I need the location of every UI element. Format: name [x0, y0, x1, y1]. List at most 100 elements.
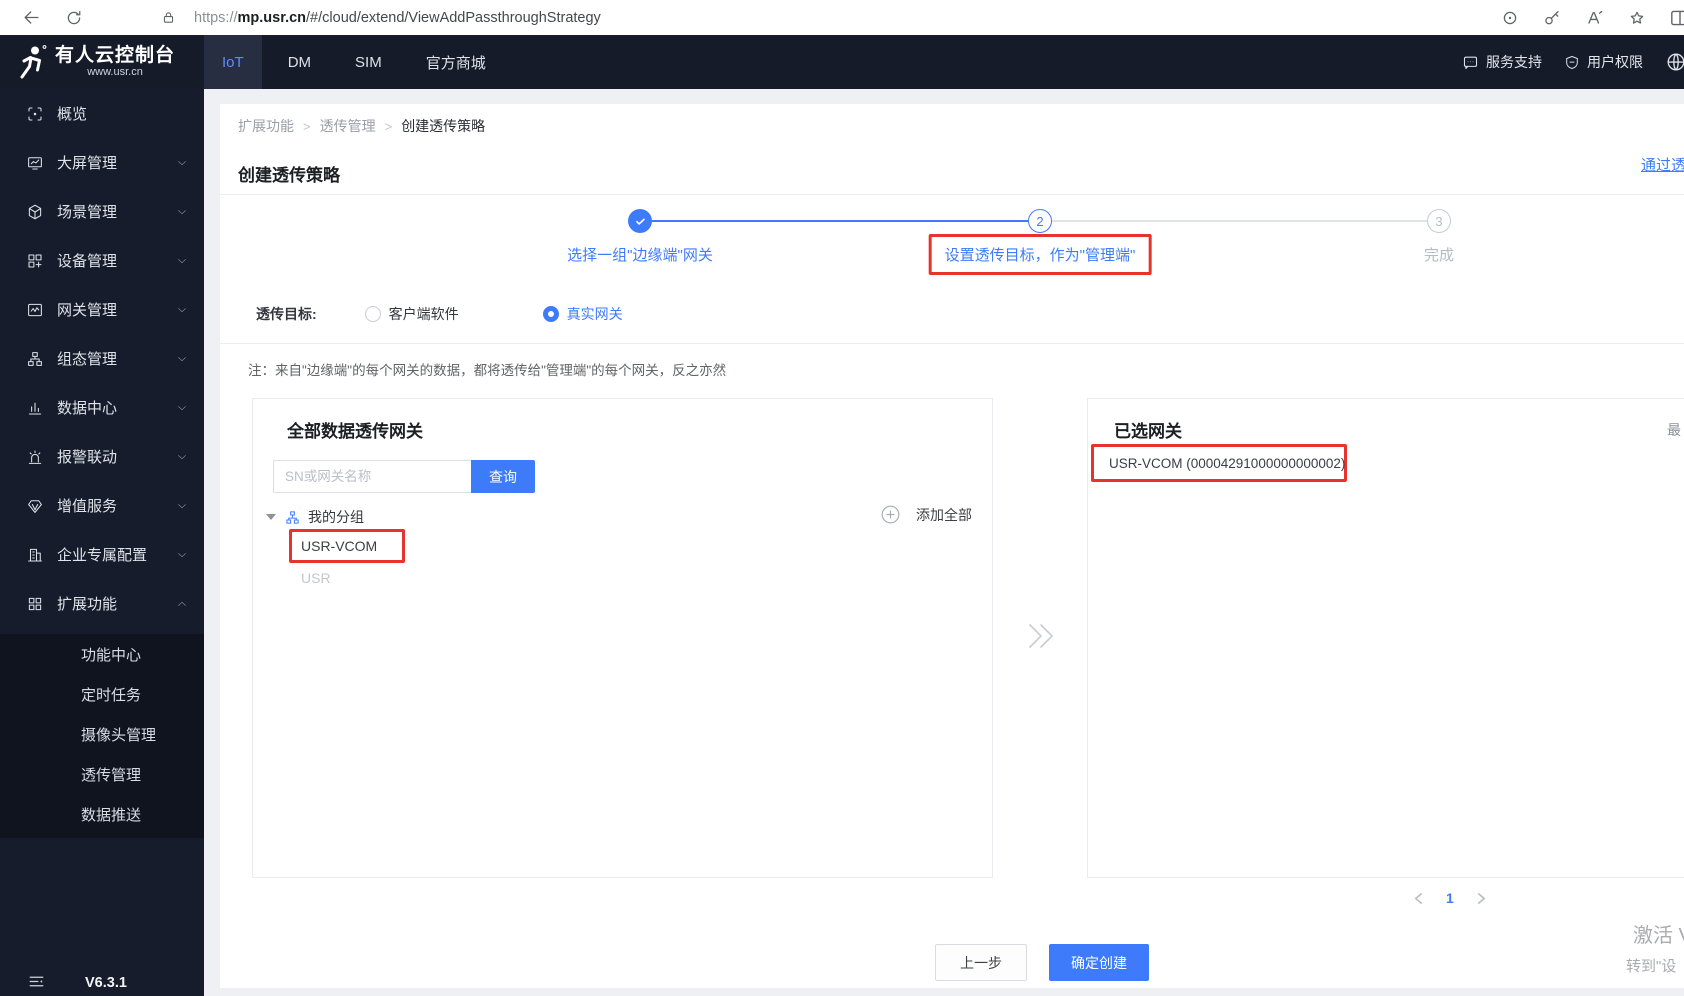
bar-chart-icon — [26, 399, 44, 417]
radio-client-label[interactable]: 客户端软件 — [389, 304, 459, 324]
gateway-item-usr-vcom[interactable]: USR-VCOM — [301, 538, 377, 554]
user-permission-link[interactable]: 用户权限 — [1564, 52, 1643, 72]
sidebar-item-label: 设备管理 — [57, 253, 118, 270]
radio-gateway-label[interactable]: 真实网关 — [567, 304, 623, 324]
target-icon[interactable] — [1501, 9, 1519, 27]
main-content: 扩展功能 > 透传管理 > 创建透传策略 通过透传 创建透传策略 2 3 选择一… — [204, 89, 1684, 996]
brand-text: 有人云控制台 www.usr.cn — [55, 45, 175, 79]
sidebar-item-label: 概览 — [57, 106, 88, 123]
passthrough-mode-link[interactable]: 通过透传 — [1641, 154, 1684, 175]
confirm-create-button[interactable]: 确定创建 — [1049, 944, 1149, 981]
tab-mall[interactable]: 官方商城 — [408, 35, 504, 89]
gem-icon — [26, 497, 44, 515]
note-text: 注：来自"边缘端"的每个网关的数据，都将透传给"管理端"的每个网关，反之亦然 — [248, 363, 727, 378]
sidebar-item-label: 扩展功能 — [57, 596, 118, 613]
nav-tabs: IoT DM SIM 官方商城 — [204, 35, 504, 89]
favorite-star-icon[interactable] — [1628, 9, 1646, 27]
all-gateways-panel: 全部数据透传网关 查询 我的分组 — [252, 398, 993, 878]
radio-real-gateway[interactable] — [542, 306, 559, 322]
sidebar-item-label: 增值服务 — [57, 498, 118, 515]
sidebar-item-data-center[interactable]: 数据中心 — [0, 383, 204, 432]
step-3-label: 完成 — [1423, 247, 1455, 264]
url-path: /#/cloud/extend/ViewAddPassthroughStrate… — [306, 9, 601, 26]
tree-expander-icon[interactable] — [266, 514, 276, 520]
title-divider — [220, 194, 1684, 195]
password-key-icon[interactable] — [1543, 9, 1561, 27]
globe-icon[interactable] — [1665, 51, 1684, 73]
browser-refresh-icon[interactable] — [65, 9, 83, 27]
submenu-item-data-push[interactable]: 数据推送 — [0, 796, 204, 836]
tab-iot[interactable]: IoT — [204, 35, 262, 89]
read-aloud-icon[interactable] — [1585, 8, 1604, 27]
page-prev-icon[interactable] — [1413, 892, 1424, 905]
sidebar-item-label: 企业专属配置 — [57, 547, 148, 564]
selected-gateway-item[interactable]: USR-VCOM (00004291000000000002) — [1109, 456, 1345, 471]
sidebar-item-scene-mgmt[interactable]: 场景管理 — [0, 187, 204, 236]
shield-icon — [1564, 54, 1580, 71]
chevron-down-icon — [176, 304, 188, 316]
step-3-circle: 3 — [1427, 209, 1451, 233]
url-lock-icon[interactable] — [161, 10, 176, 25]
page-next-icon[interactable] — [1476, 892, 1487, 905]
limit-hint: 最 — [1667, 422, 1681, 438]
url-scheme: https:// — [194, 9, 238, 26]
sidebar-item-label: 场景管理 — [57, 204, 118, 221]
previous-step-button[interactable]: 上一步 — [935, 944, 1027, 981]
sidebar-item-overview[interactable]: 概览 — [0, 89, 204, 138]
sidebar-item-scada-mgmt[interactable]: 组态管理 — [0, 334, 204, 383]
check-icon — [634, 215, 647, 228]
breadcrumb-separator: > — [303, 118, 311, 134]
sidebar-item-label: 数据中心 — [57, 400, 118, 417]
sidebar-item-enterprise-config[interactable]: 企业专属配置 — [0, 530, 204, 579]
sidebar-item-screen-mgmt[interactable]: 大屏管理 — [0, 138, 204, 187]
section-divider — [220, 343, 1684, 344]
service-support-link[interactable]: 服务支持 — [1462, 52, 1542, 72]
gateway-search-input[interactable] — [273, 460, 471, 493]
device-icon — [26, 252, 44, 270]
body-row: 概览 大屏管理 场景管理 设备管理 网关管理 组态管理 数据中心 报警联动 增值… — [0, 89, 1684, 996]
brand-title: 有人云控制台 — [55, 45, 176, 66]
search-button[interactable]: 查询 — [471, 460, 535, 493]
sidebar-item-gateway-mgmt[interactable]: 网关管理 — [0, 285, 204, 334]
submenu-item-passthrough-mgmt[interactable]: 透传管理 — [0, 756, 204, 796]
page-title: 创建透传策略 — [238, 166, 340, 185]
brand[interactable]: 有人云控制台 www.usr.cn — [0, 35, 204, 89]
sidebar: 概览 大屏管理 场景管理 设备管理 网关管理 组态管理 数据中心 报警联动 增值… — [0, 89, 204, 996]
submenu-item-scheduled-tasks[interactable]: 定时任务 — [0, 676, 204, 716]
main-card: 扩展功能 > 透传管理 > 创建透传策略 通过透传 创建透传策略 2 3 选择一… — [220, 104, 1684, 988]
gateway-item-usr[interactable]: USR — [301, 570, 331, 586]
selected-gateways-title: 已选网关 — [1114, 422, 1182, 441]
tab-dm[interactable]: DM — [270, 35, 329, 89]
radio-client-software[interactable] — [364, 306, 381, 322]
sidebar-item-alarm-linkage[interactable]: 报警联动 — [0, 432, 204, 481]
chevron-down-icon — [176, 549, 188, 561]
sidebar-collapse-icon[interactable] — [28, 974, 45, 989]
page-number[interactable]: 1 — [1446, 890, 1454, 906]
app-header: 有人云控制台 www.usr.cn IoT DM SIM 官方商城 服务支持 用… — [0, 35, 1684, 89]
chevron-down-icon — [176, 500, 188, 512]
gateway-icon — [26, 301, 44, 319]
url-host: mp.usr.cn — [237, 9, 307, 26]
annotation-box-selected: USR-VCOM (00004291000000000002) — [1091, 444, 1347, 482]
sidebar-item-value-added[interactable]: 增值服务 — [0, 481, 204, 530]
breadcrumb-extend[interactable]: 扩展功能 — [238, 116, 294, 136]
group-label[interactable]: 我的分组 — [308, 507, 364, 527]
scada-icon — [26, 350, 44, 368]
step-1-circle — [628, 209, 652, 233]
screen: https://mp.usr.cn/#/cloud/extend/ViewAdd… — [0, 0, 1684, 996]
tab-sim[interactable]: SIM — [337, 35, 400, 89]
target-label: 透传目标: — [256, 306, 317, 322]
split-screen-icon[interactable] — [1670, 9, 1684, 27]
submenu-item-camera-mgmt[interactable]: 摄像头管理 — [0, 716, 204, 756]
address-bar[interactable]: https://mp.usr.cn/#/cloud/extend/ViewAdd… — [194, 10, 601, 26]
sidebar-item-device-mgmt[interactable]: 设备管理 — [0, 236, 204, 285]
brand-subtitle: www.usr.cn — [87, 66, 143, 78]
browser-back-icon[interactable] — [22, 8, 41, 27]
overview-icon — [26, 105, 44, 123]
breadcrumb-current: 创建透传策略 — [401, 118, 486, 134]
double-chevron-right-icon — [1024, 621, 1056, 651]
breadcrumb-passthrough[interactable]: 透传管理 — [320, 116, 376, 136]
add-all-button[interactable]: 添加全部 — [880, 504, 972, 525]
submenu-item-function-center[interactable]: 功能中心 — [0, 636, 204, 676]
sidebar-item-extend-functions[interactable]: 扩展功能 — [0, 579, 204, 628]
